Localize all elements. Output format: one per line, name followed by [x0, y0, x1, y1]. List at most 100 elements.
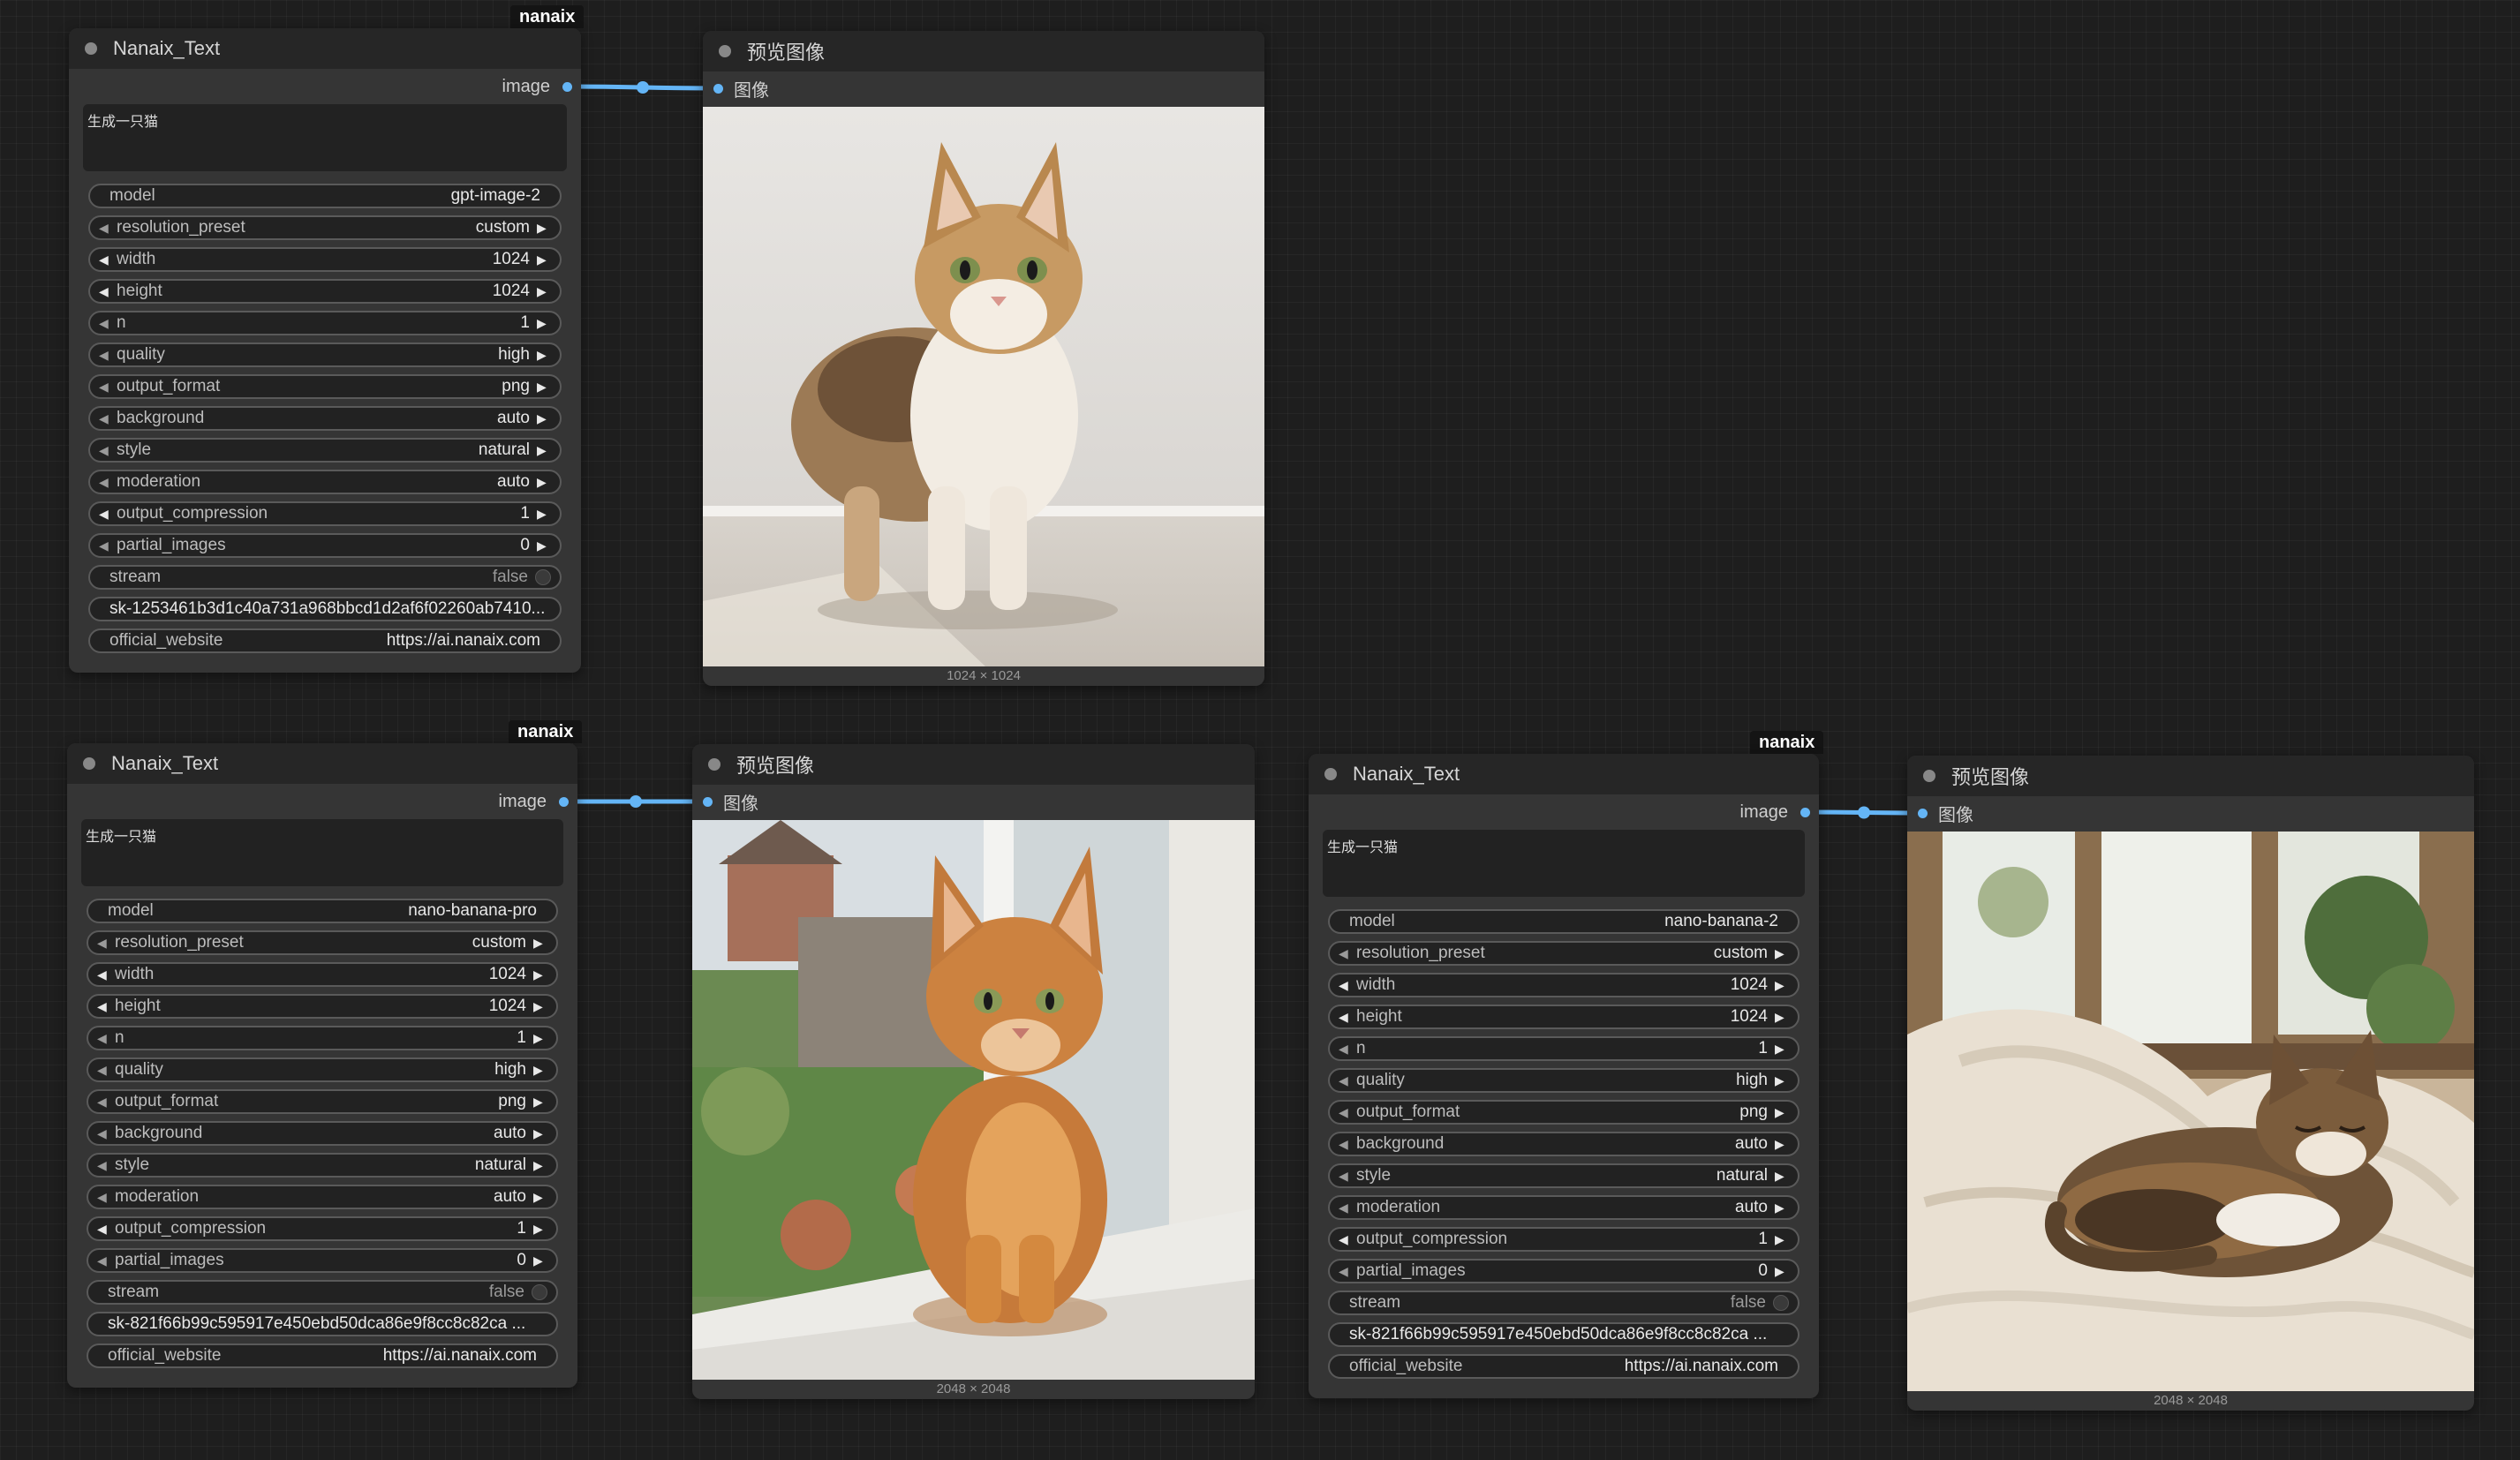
node-title-bar[interactable]: 预览图像: [692, 744, 1255, 785]
widget-api-key[interactable]: sk-821f66b99c595917e450ebd50dca86e9f8cc8…: [1328, 1322, 1799, 1347]
increment-arrow-icon[interactable]: ▶: [533, 1158, 547, 1173]
decrement-arrow-icon[interactable]: ◀: [99, 380, 113, 395]
link-midpoint-handle[interactable]: [1858, 806, 1870, 819]
increment-arrow-icon[interactable]: ▶: [537, 284, 551, 299]
widget-moderation[interactable]: ◀ moderation auto ▶: [88, 470, 562, 494]
decrement-arrow-icon[interactable]: ◀: [1339, 946, 1353, 961]
widget-quality[interactable]: ◀ quality high ▶: [87, 1057, 558, 1082]
node-title-bar[interactable]: Nanaix_Text: [69, 28, 581, 69]
node-title-bar[interactable]: 预览图像: [1907, 756, 2474, 796]
widget-height[interactable]: ◀ height 1024 ▶: [1328, 1005, 1799, 1029]
toggle-knob-icon[interactable]: [532, 1284, 547, 1300]
preview-image[interactable]: [692, 820, 1255, 1380]
widget-official-website[interactable]: official_website https://ai.nanaix.com: [87, 1343, 558, 1368]
widget-model[interactable]: model nano-banana-2: [1328, 909, 1799, 934]
widget-output-compression[interactable]: ◀ output_compression 1 ▶: [87, 1216, 558, 1241]
decrement-arrow-icon[interactable]: ◀: [1339, 1105, 1353, 1120]
increment-arrow-icon[interactable]: ▶: [537, 316, 551, 331]
decrement-arrow-icon[interactable]: ◀: [99, 507, 113, 522]
increment-arrow-icon[interactable]: ▶: [533, 1222, 547, 1237]
increment-arrow-icon[interactable]: ▶: [1775, 1200, 1789, 1215]
input-slot-dot[interactable]: [703, 796, 713, 807]
widget-n[interactable]: ◀ n 1 ▶: [87, 1026, 558, 1050]
decrement-arrow-icon[interactable]: ◀: [99, 252, 113, 267]
increment-arrow-icon[interactable]: ▶: [533, 1253, 547, 1268]
widget-stream[interactable]: stream false: [87, 1280, 558, 1305]
increment-arrow-icon[interactable]: ▶: [533, 1190, 547, 1205]
decrement-arrow-icon[interactable]: ◀: [99, 411, 113, 426]
preview-image-node[interactable]: 预览图像 图像 2048 × 2048: [1907, 756, 2474, 1411]
decrement-arrow-icon[interactable]: ◀: [1339, 1200, 1353, 1215]
widget-background[interactable]: ◀ background auto ▶: [87, 1121, 558, 1146]
widget-model[interactable]: model nano-banana-pro: [87, 899, 558, 923]
increment-arrow-icon[interactable]: ▶: [1775, 946, 1789, 961]
link-midpoint-handle[interactable]: [637, 81, 649, 94]
increment-arrow-icon[interactable]: ▶: [537, 411, 551, 426]
decrement-arrow-icon[interactable]: ◀: [1339, 1073, 1353, 1088]
widget-height[interactable]: ◀ height 1024 ▶: [88, 279, 562, 304]
nanaix-text-node[interactable]: Nanaix_Text image 生成一只猫 model nano-banana-2 ◀…: [1309, 754, 1819, 1398]
decrement-arrow-icon[interactable]: ◀: [97, 967, 111, 982]
image-link[interactable]: [567, 84, 719, 91]
widget-quality[interactable]: ◀ quality high ▶: [1328, 1068, 1799, 1093]
increment-arrow-icon[interactable]: ▶: [1775, 978, 1789, 993]
decrement-arrow-icon[interactable]: ◀: [97, 1190, 111, 1205]
widget-resolution-preset[interactable]: ◀ resolution_preset custom ▶: [88, 215, 562, 240]
increment-arrow-icon[interactable]: ▶: [1775, 1169, 1789, 1184]
increment-arrow-icon[interactable]: ▶: [1775, 1105, 1789, 1120]
decrement-arrow-icon[interactable]: ◀: [1339, 1010, 1353, 1025]
widget-api-key[interactable]: sk-821f66b99c595917e450ebd50dca86e9f8cc8…: [87, 1312, 558, 1336]
increment-arrow-icon[interactable]: ▶: [537, 380, 551, 395]
increment-arrow-icon[interactable]: ▶: [1775, 1042, 1789, 1057]
increment-arrow-icon[interactable]: ▶: [537, 221, 551, 236]
collapse-dot-icon[interactable]: [83, 757, 95, 770]
decrement-arrow-icon[interactable]: ◀: [97, 999, 111, 1014]
widget-style[interactable]: ◀ style natural ▶: [1328, 1163, 1799, 1188]
decrement-arrow-icon[interactable]: ◀: [1339, 1137, 1353, 1152]
widget-partial-images[interactable]: ◀ partial_images 0 ▶: [1328, 1259, 1799, 1283]
widget-moderation[interactable]: ◀ moderation auto ▶: [87, 1185, 558, 1209]
image-link[interactable]: [1805, 809, 1923, 816]
toggle-knob-icon[interactable]: [1773, 1295, 1789, 1311]
increment-arrow-icon[interactable]: ▶: [533, 1063, 547, 1078]
collapse-dot-icon[interactable]: [1923, 770, 1935, 782]
prompt-textarea[interactable]: 生成一只猫: [1323, 830, 1805, 897]
widget-output-compression[interactable]: ◀ output_compression 1 ▶: [1328, 1227, 1799, 1252]
decrement-arrow-icon[interactable]: ◀: [99, 538, 113, 553]
widget-output-format[interactable]: ◀ output_format png ▶: [88, 374, 562, 399]
decrement-arrow-icon[interactable]: ◀: [99, 443, 113, 458]
node-title-bar[interactable]: 预览图像: [703, 31, 1264, 71]
widget-official-website[interactable]: official_website https://ai.nanaix.com: [88, 628, 562, 653]
widget-width[interactable]: ◀ width 1024 ▶: [88, 247, 562, 272]
widget-resolution-preset[interactable]: ◀ resolution_preset custom ▶: [1328, 941, 1799, 966]
widget-output-compression[interactable]: ◀ output_compression 1 ▶: [88, 501, 562, 526]
widget-model[interactable]: model gpt-image-2: [88, 184, 562, 208]
widget-stream[interactable]: stream false: [88, 565, 562, 590]
widget-background[interactable]: ◀ background auto ▶: [1328, 1132, 1799, 1156]
widget-height[interactable]: ◀ height 1024 ▶: [87, 994, 558, 1019]
increment-arrow-icon[interactable]: ▶: [537, 475, 551, 490]
increment-arrow-icon[interactable]: ▶: [537, 348, 551, 363]
decrement-arrow-icon[interactable]: ◀: [97, 1222, 111, 1237]
collapse-dot-icon[interactable]: [708, 758, 721, 771]
decrement-arrow-icon[interactable]: ◀: [99, 316, 113, 331]
widget-stream[interactable]: stream false: [1328, 1291, 1799, 1315]
decrement-arrow-icon[interactable]: ◀: [99, 221, 113, 236]
widget-moderation[interactable]: ◀ moderation auto ▶: [1328, 1195, 1799, 1220]
widget-official-website[interactable]: official_website https://ai.nanaix.com: [1328, 1354, 1799, 1379]
widget-api-key[interactable]: sk-1253461b3d1c40a731a968bbcd1d2af6f0226…: [88, 597, 562, 621]
output-slot-dot[interactable]: [559, 796, 569, 807]
widget-style[interactable]: ◀ style natural ▶: [88, 438, 562, 463]
decrement-arrow-icon[interactable]: ◀: [97, 1063, 111, 1078]
widget-resolution-preset[interactable]: ◀ resolution_preset custom ▶: [87, 930, 558, 955]
increment-arrow-icon[interactable]: ▶: [537, 443, 551, 458]
increment-arrow-icon[interactable]: ▶: [533, 1031, 547, 1046]
increment-arrow-icon[interactable]: ▶: [1775, 1073, 1789, 1088]
preview-image-node[interactable]: 预览图像 图像: [703, 31, 1264, 686]
increment-arrow-icon[interactable]: ▶: [533, 999, 547, 1014]
increment-arrow-icon[interactable]: ▶: [1775, 1010, 1789, 1025]
decrement-arrow-icon[interactable]: ◀: [99, 348, 113, 363]
collapse-dot-icon[interactable]: [1324, 768, 1337, 780]
preview-image-node[interactable]: 预览图像 图像: [692, 744, 1255, 1399]
increment-arrow-icon[interactable]: ▶: [1775, 1232, 1789, 1247]
